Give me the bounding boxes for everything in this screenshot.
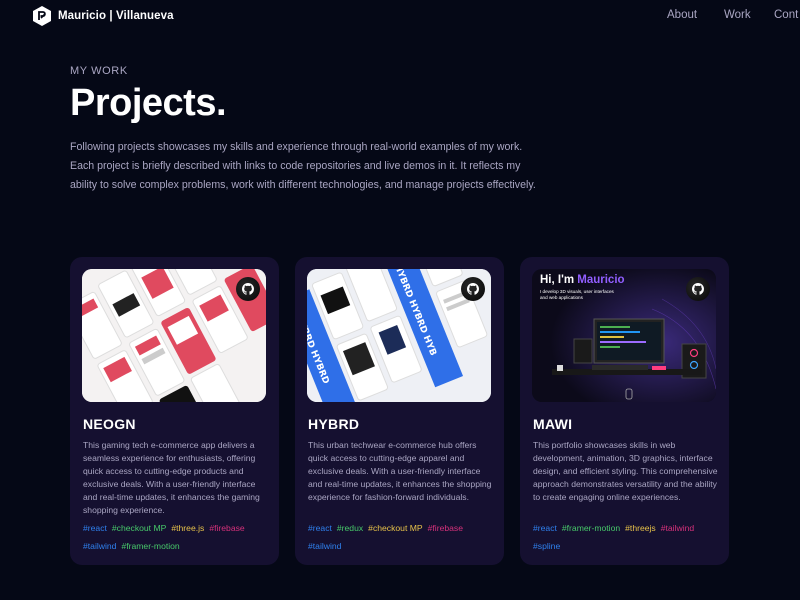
section-eyebrow: MY WORK (70, 65, 128, 77)
project-description: This gaming tech e-commerce app delivers… (83, 440, 260, 515)
tag-checkout-mp[interactable]: #checkout MP (112, 522, 166, 535)
tag-firebase[interactable]: #firebase (209, 522, 244, 535)
tag-spline[interactable]: #spline (533, 540, 560, 553)
github-icon (242, 283, 254, 295)
page-title: Projects. (70, 82, 227, 124)
preview-greeting: Hi, I'm (540, 274, 578, 286)
github-icon (692, 283, 704, 295)
tag-framer-motion[interactable]: #framer-motion (121, 540, 179, 553)
project-title: HYBRD (308, 416, 360, 432)
project-preview-image[interactable]: HYBRD HYBRD HYBRD HYBRD HYB (307, 269, 491, 402)
tag-redux[interactable]: #redux (337, 522, 363, 535)
github-link-button[interactable] (236, 277, 260, 301)
project-preview-image[interactable]: Hi, I'm Mauricio I develop 3D visuals, u… (532, 269, 716, 402)
tag-tailwind[interactable]: #tailwind (83, 540, 116, 553)
github-link-button[interactable] (686, 277, 710, 301)
project-description: This portfolio showcases skills in web d… (533, 440, 718, 502)
nav-link-work[interactable]: Work (724, 9, 751, 21)
nav-link-about[interactable]: About (667, 9, 697, 21)
tag-threejs[interactable]: #three.js (171, 522, 204, 535)
project-card-mawi: Hi, I'm Mauricio I develop 3D visuals, u… (520, 257, 729, 565)
project-preview-image[interactable]: NEOGN N (82, 269, 266, 402)
project-card-hybrd: HYBRD HYBRD HYBRD HYBRD HYB HYBRD (295, 257, 504, 565)
preview-headline: Hi, I'm Mauricio (540, 274, 625, 286)
tag-checkout-mp[interactable]: #checkout MP (368, 522, 422, 535)
brand-name: Mauricio | Villanueva (58, 10, 174, 22)
project-tags: #react #framer-motion #threejs #tailwind… (533, 522, 719, 553)
tag-framer-motion[interactable]: #framer-motion (562, 522, 620, 535)
project-card-neogn: NEOGN N NEOGN This gami (70, 257, 279, 565)
tag-react[interactable]: #react (533, 522, 557, 535)
project-title: NEOGN (83, 416, 136, 432)
tag-firebase[interactable]: #firebase (428, 522, 463, 535)
logo-icon (32, 5, 52, 27)
tag-tailwind[interactable]: #tailwind (308, 540, 341, 553)
tag-threejs[interactable]: #threejs (625, 522, 656, 535)
brand-link[interactable]: Mauricio | Villanueva (32, 5, 174, 27)
tag-react[interactable]: #react (308, 522, 332, 535)
github-link-button[interactable] (461, 277, 485, 301)
preview-subtitle: I develop 3D visuals, user interfaces an… (540, 289, 614, 300)
project-title: MAWI (533, 416, 573, 432)
tag-tailwind[interactable]: #tailwind (661, 522, 694, 535)
project-tags: #react #redux #checkout MP #firebase #ta… (308, 522, 494, 553)
section-intro: Following projects showcases my skills a… (70, 141, 536, 191)
preview-greeting-name: Mauricio (577, 274, 625, 286)
project-tags: #react #checkout MP #three.js #firebase … (83, 522, 269, 553)
navbar: Mauricio | Villanueva About Work Cont (0, 0, 800, 32)
tag-react[interactable]: #react (83, 522, 107, 535)
nav-link-contact[interactable]: Cont (774, 9, 798, 21)
project-description: This urban techwear e-commerce hub offer… (308, 440, 492, 502)
github-icon (467, 283, 479, 295)
